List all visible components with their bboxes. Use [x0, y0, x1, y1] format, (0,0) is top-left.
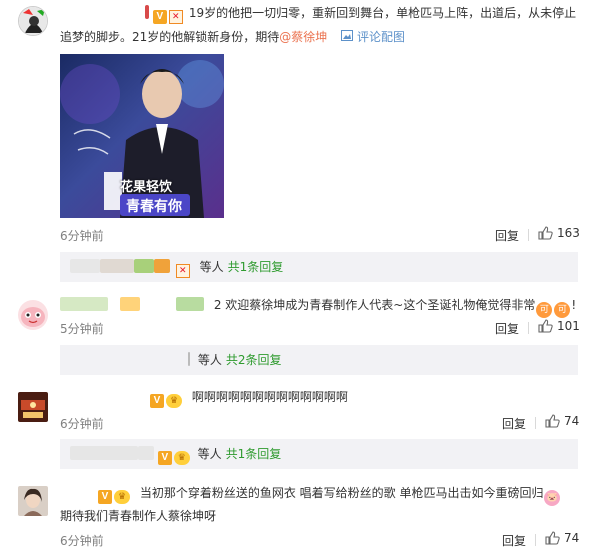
comment-item-4: V ♛ 当初那个穿着粉丝送的鱼网衣 唱着写给粉丝的歌 单枪匹马出击如今重磅回归 🐷 … [0, 474, 596, 555]
reply-user-blurred [154, 259, 170, 273]
sub-replies-bar[interactable]: 等人 共2条回复 [60, 345, 578, 375]
reply-user-blurred [134, 259, 154, 273]
sub-replies-text: 等人 [199, 260, 224, 274]
reply-button[interactable]: 回复 [502, 532, 526, 549]
user-avatar[interactable] [18, 392, 48, 422]
action-divider [528, 229, 529, 241]
comment-text: V ♛ 啊啊啊啊啊啊啊啊啊啊啊啊啊 [60, 388, 348, 408]
sub-replies-count-link[interactable]: 共1条回复 [226, 447, 282, 461]
thumbs-up-icon [538, 226, 553, 240]
verified-badge-icon: V [150, 394, 164, 408]
emoji-icon: 可 [536, 302, 553, 318]
comment-time: 6分钟前 [60, 229, 104, 243]
username-blurred[interactable] [140, 297, 176, 311]
comment-item-3: V ♛ 啊啊啊啊啊啊啊啊啊啊啊啊啊 6分钟前 回复 74 V ♛ 等人 共1条回复 [0, 382, 596, 474]
image-icon [341, 30, 357, 44]
comment-text: 2 欢迎蔡徐坤成为青春制作人代表~这个圣诞礼物俺觉得非常可可! [60, 296, 576, 318]
comment-text-line2-row: 期待我们青春制作人蔡徐坤呀 [60, 507, 216, 525]
comment-text-body: 2 欢迎蔡徐坤成为青春制作人代表~这个圣诞礼物俺觉得非常 [213, 298, 536, 312]
comment-text-end: ! [571, 298, 577, 312]
comment-photo[interactable]: 花果轻饮 青春有你 [60, 54, 224, 218]
comment-text-line1: 当初那个穿着粉丝送的鱼网衣 唱着写给粉丝的歌 单枪匹马出击如今重磅回归 [139, 486, 544, 500]
username-blurred[interactable] [108, 297, 120, 311]
username-blurred[interactable] [176, 297, 204, 311]
action-divider [535, 417, 536, 429]
thumbs-up-icon [538, 319, 553, 333]
comment-item-2: 2 欢迎蔡徐坤成为青春制作人代表~这个圣诞礼物俺觉得非常可可! 5分钟前 回复 … [0, 290, 596, 382]
comment-time: 6分钟前 [60, 534, 104, 548]
vip-badge-icon: ♛ [173, 451, 190, 465]
comment-text: V ♛ 当初那个穿着粉丝送的鱼网衣 唱着写给粉丝的歌 单枪匹马出击如今重磅回归 🐷 [60, 484, 561, 506]
sub-replies-count-link[interactable]: 共1条回复 [228, 260, 284, 274]
verified-badge-icon: V [98, 490, 112, 504]
user-avatar[interactable] [18, 300, 48, 330]
action-divider [535, 534, 536, 546]
reply-user-blurred [100, 259, 134, 273]
sub-replies-bar[interactable]: ✕ 等人 共1条回复 [60, 252, 578, 282]
photo-caption: 青春有你 [126, 199, 182, 215]
username-blurred[interactable] [60, 297, 108, 311]
sub-replies-count-link[interactable]: 共2条回复 [226, 353, 282, 367]
mention-link[interactable]: @蔡徐坤 [279, 30, 327, 44]
action-divider [528, 322, 529, 334]
sub-replies-text: 等人 [197, 447, 222, 461]
fan-medal-icon: ✕ [168, 10, 183, 24]
username-blurred[interactable] [60, 389, 150, 403]
username-blurred[interactable] [145, 5, 149, 19]
avatar-image [18, 392, 48, 422]
vip-badge-icon: ♛ [166, 394, 182, 408]
username-blurred[interactable] [60, 485, 98, 499]
like-button[interactable]: 101 [538, 319, 580, 333]
sub-replies-text: 等人 [197, 353, 222, 367]
sub-replies-bar[interactable]: V ♛ 等人 共1条回复 [60, 439, 578, 469]
comment-text: V ✕ 19岁的他把一切归零，重新回到舞台，单枪匹马上阵，出道后，从未停止 [145, 4, 576, 24]
comment-text-line2: 期待我们青春制作人蔡徐坤呀 [60, 509, 217, 523]
reply-button[interactable]: 回复 [495, 320, 519, 337]
user-avatar[interactable] [18, 6, 48, 36]
like-button[interactable]: 74 [545, 531, 579, 545]
user-avatar[interactable] [18, 486, 48, 516]
photo-brand: 花果轻饮 [120, 180, 173, 195]
like-button[interactable]: 163 [538, 226, 580, 240]
thumbs-up-icon [545, 531, 560, 545]
like-count: 74 [564, 531, 580, 545]
avatar-image [18, 300, 48, 330]
comment-picture-link[interactable]: 评论配图 [357, 30, 405, 44]
verified-badge-icon: V [152, 10, 167, 24]
comment-text-body: 啊啊啊啊啊啊啊啊啊啊啊啊啊 [191, 390, 348, 404]
fan-medal-icon: ✕ [175, 264, 190, 278]
thumbs-up-icon [545, 414, 560, 428]
reply-user-blurred [70, 446, 138, 460]
reply-user-blurred [138, 446, 154, 460]
reply-button[interactable]: 回复 [495, 227, 519, 244]
username-blurred[interactable] [120, 297, 140, 311]
vip-badge-icon: ♛ [114, 490, 130, 504]
comment-time: 5分钟前 [60, 322, 104, 336]
comment-text-line2: 追梦的脚步。21岁的他解锁新身份，期待 [60, 30, 280, 44]
comment-item-1: V ✕ 19岁的他把一切归零，重新回到舞台，单枪匹马上阵，出道后，从未停止 追梦的脚… [0, 0, 596, 290]
verified-badge-icon: V [157, 451, 172, 465]
pig-emoji-icon: 🐷 [544, 490, 561, 506]
avatar-image [18, 486, 48, 516]
like-button[interactable]: 74 [545, 414, 579, 428]
reply-button[interactable]: 回复 [502, 415, 526, 432]
like-count: 101 [557, 319, 580, 333]
emoji-icon: 可 [554, 302, 571, 318]
comment-text-line2-row: 追梦的脚步。21岁的他解锁新身份，期待@蔡徐坤 评论配图 [60, 28, 405, 46]
like-count: 74 [564, 414, 580, 428]
comment-time: 6分钟前 [60, 417, 104, 431]
comment-text-line1: 19岁的他把一切归零，重新回到舞台，单枪匹马上阵，出道后，从未停止 [188, 6, 577, 20]
reply-user-blurred [70, 259, 100, 273]
reply-user-blurred [188, 352, 190, 366]
avatar-image [19, 7, 47, 35]
like-count: 163 [557, 226, 580, 240]
